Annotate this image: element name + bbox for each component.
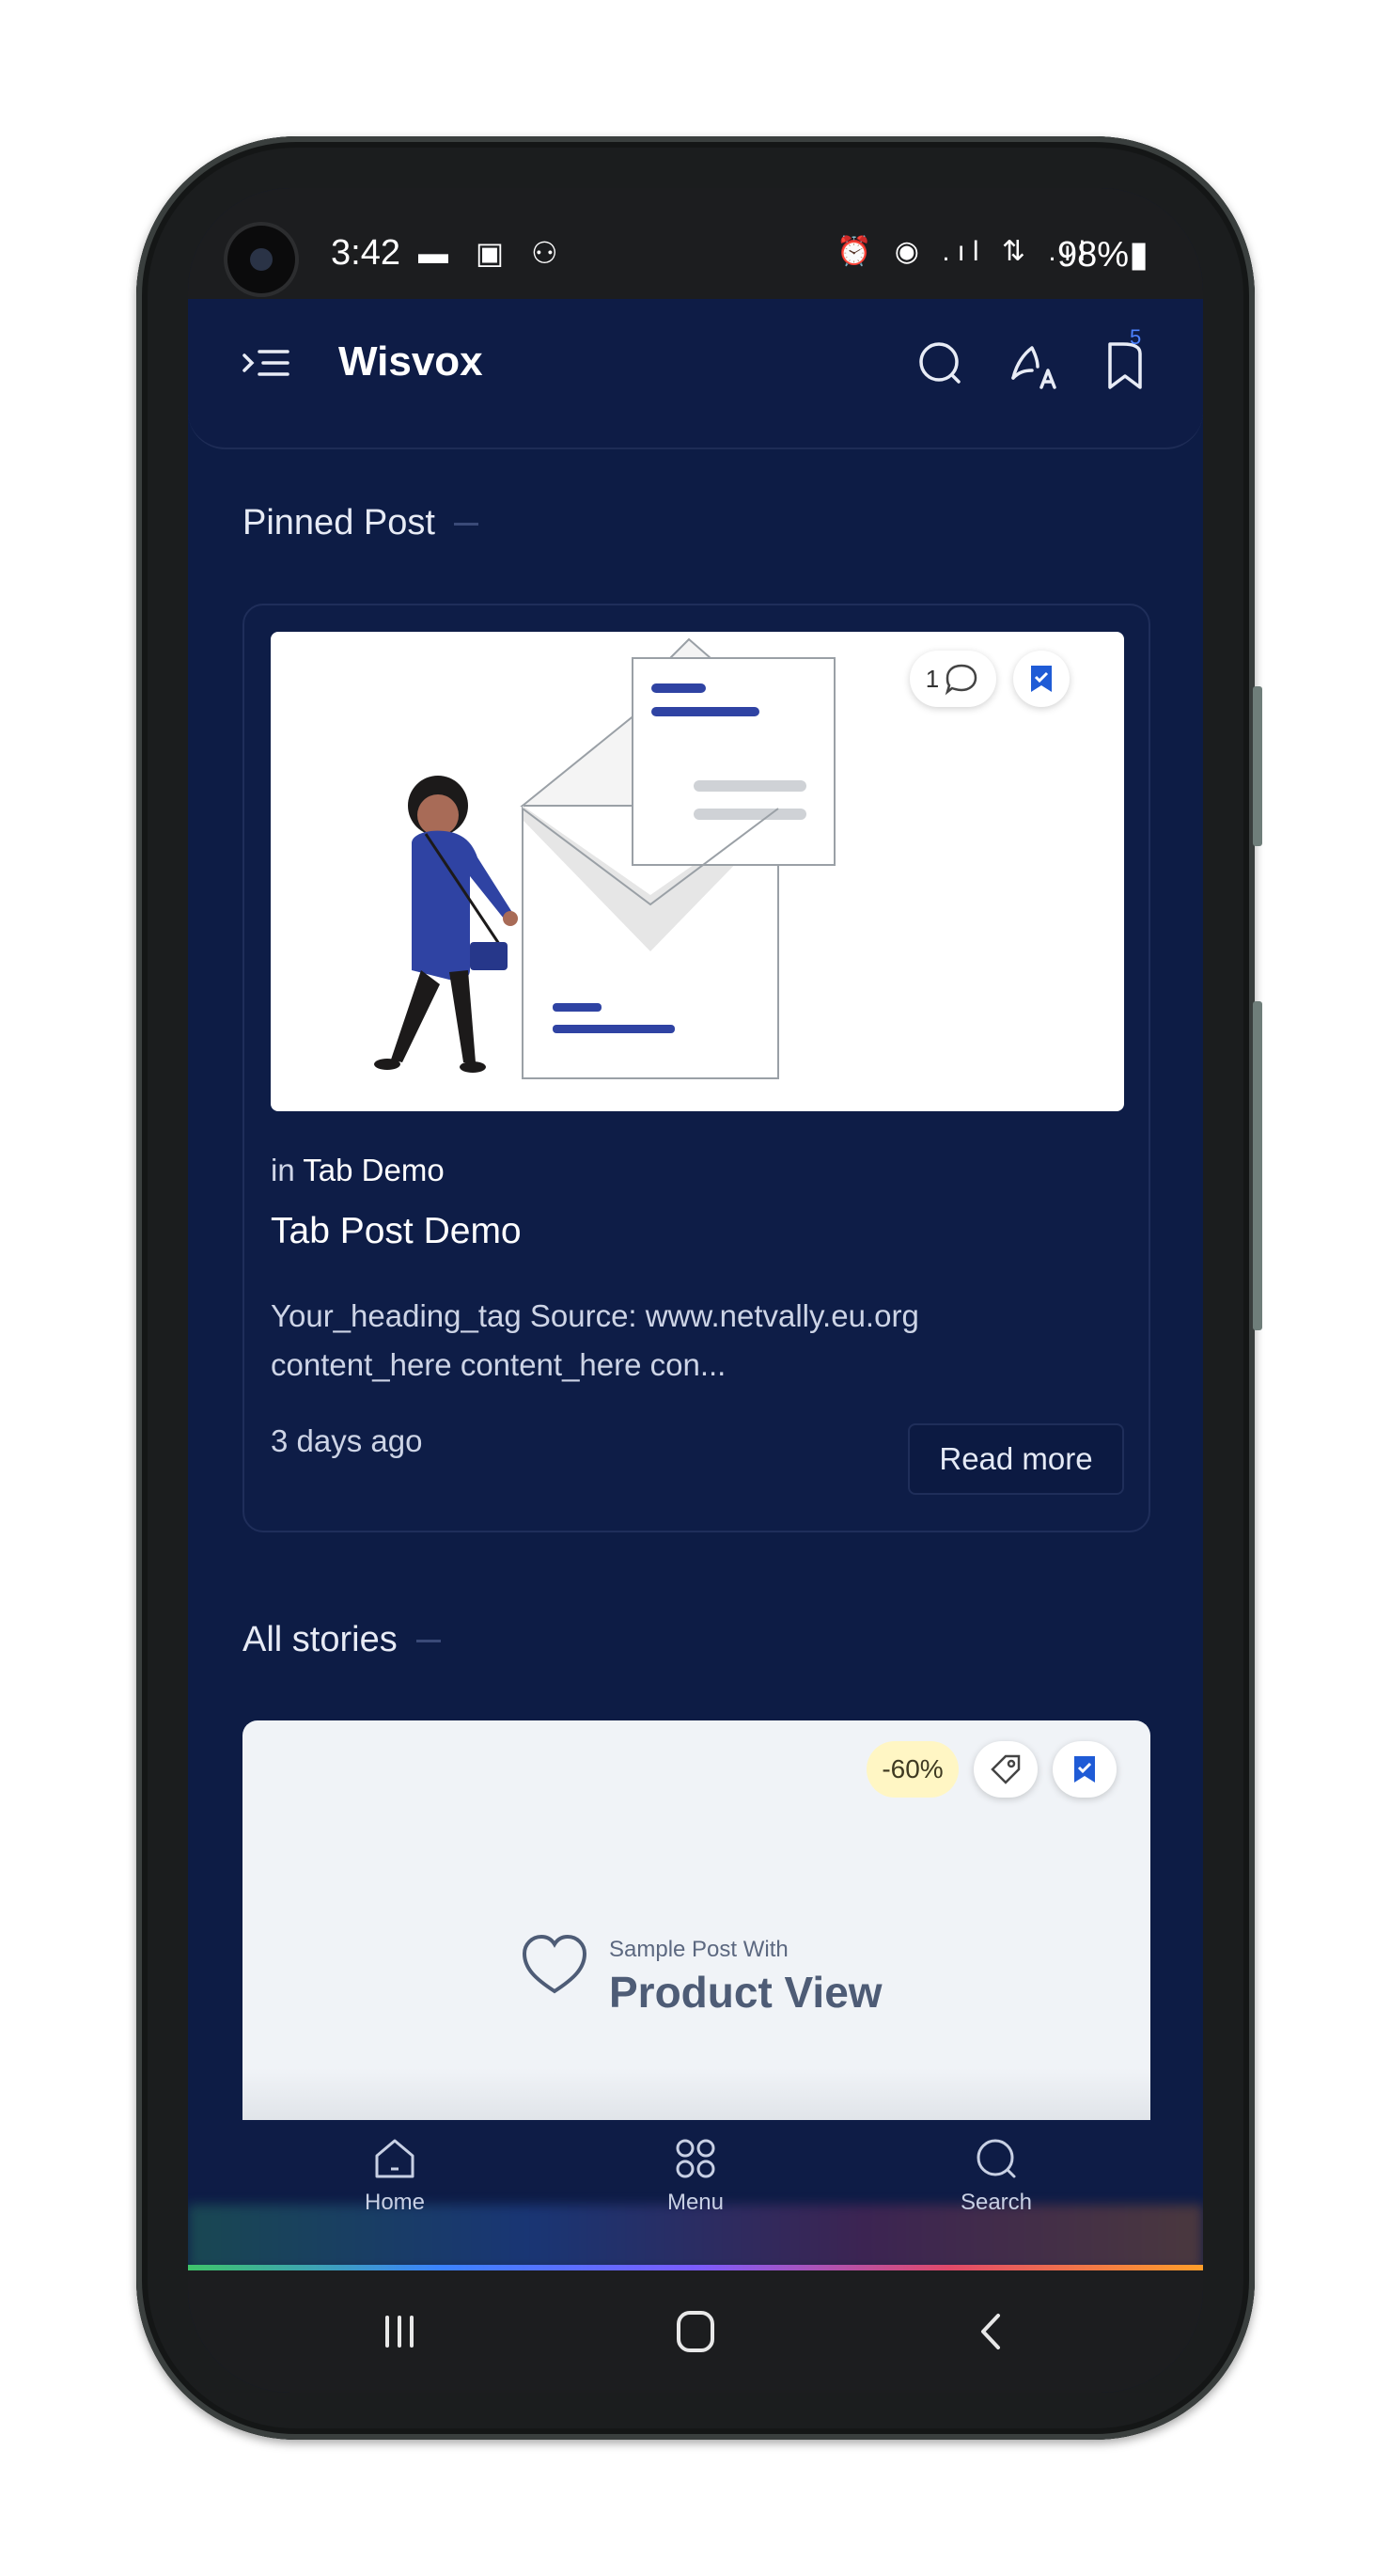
heart-icon [522, 1934, 587, 1994]
back-icon[interactable] [959, 2299, 1024, 2364]
pinned-post-image[interactable]: 1 [271, 632, 1124, 1111]
image-caption-small: Sample Post With [609, 1937, 789, 1962]
image-caption-big: Product View [609, 1968, 883, 2017]
stories-title-text: All stories [242, 1620, 398, 1659]
category-prefix: in [271, 1153, 295, 1187]
search-icon[interactable] [912, 335, 972, 395]
bookmark-count-badge: 5 [1130, 325, 1142, 349]
read-more-button[interactable]: Read more [908, 1423, 1124, 1495]
tag-icon [991, 1754, 1021, 1784]
home-icon [375, 2139, 414, 2178]
recent-apps-icon[interactable] [367, 2299, 432, 2364]
comment-count: 1 [925, 664, 940, 693]
post-title[interactable]: Tab Post Demo [271, 1211, 522, 1252]
search-icon [977, 2139, 1016, 2178]
bookmark-icon[interactable] [1095, 335, 1155, 395]
stories-section-title: All stories [242, 1620, 441, 1660]
nav-search-label: Search [960, 2190, 1033, 2215]
comment-count-pill[interactable]: 1 [910, 651, 996, 707]
nav-home-label: Home [364, 2190, 426, 2215]
power-button [1253, 1001, 1262, 1330]
brand-title[interactable]: Wisvox [338, 338, 483, 385]
phone-screen: 3:42 ▬ ▣ ⚇ ⏰ ◉ .ıl ⇅ .ıl 98%▮ Wisvox 5 P… [188, 188, 1203, 2393]
translate-icon[interactable] [1004, 335, 1064, 395]
home-button-icon[interactable] [663, 2299, 728, 2364]
pinned-section-title: Pinned Post [242, 503, 478, 543]
tag-button[interactable] [974, 1741, 1038, 1798]
discount-badge: -60% [867, 1741, 959, 1798]
battery-level: 98%▮ [1057, 235, 1149, 275]
nav-home[interactable]: Home [320, 2133, 470, 2216]
front-camera [227, 226, 295, 293]
notification-icons: ▬ ▣ ⚇ [418, 236, 568, 270]
menu-icon[interactable] [237, 335, 297, 395]
grid-icon [676, 2139, 715, 2178]
pinned-title-text: Pinned Post [242, 503, 435, 542]
app-header: Wisvox 5 [188, 299, 1203, 449]
bottom-navigation: Home Menu Search [188, 2120, 1203, 2270]
envelope-illustration [374, 637, 836, 1079]
nav-menu[interactable]: Menu [620, 2133, 771, 2216]
status-bar: 3:42 ▬ ▣ ⚇ ⏰ ◉ .ıl ⇅ .ıl 98%▮ [188, 188, 1203, 299]
volume-button [1253, 686, 1262, 846]
post-excerpt: Your_heading_tag Source: www.netvally.eu… [271, 1298, 919, 1382]
pinned-post-card[interactable]: 1 in Tab Demo Tab Post Demo Your_heading… [242, 604, 1150, 1532]
title-dash [415, 1640, 441, 1643]
signal-icons: ⏰ ◉ .ıl ⇅ .ıl [836, 236, 1093, 267]
title-dash [453, 523, 478, 526]
post-category: in Tab Demo [271, 1153, 445, 1188]
nav-menu-label: Menu [666, 2190, 725, 2215]
category-link[interactable]: Tab Demo [303, 1153, 444, 1187]
story-card[interactable]: -60% Sample Post With Product View [242, 1720, 1150, 2125]
system-navigation-bar [188, 2270, 1203, 2393]
bookmark-filled-icon [1074, 1756, 1095, 1783]
story-bookmark-toggle[interactable] [1053, 1741, 1117, 1798]
bookmark-filled-icon [1031, 666, 1052, 692]
bookmark-toggle[interactable] [1013, 651, 1070, 707]
status-time: 3:42 [331, 233, 400, 273]
post-timestamp: 3 days ago [271, 1423, 423, 1458]
comment-icon [945, 664, 977, 696]
nav-search[interactable]: Search [921, 2133, 1071, 2216]
image-shade [242, 2068, 1150, 2125]
